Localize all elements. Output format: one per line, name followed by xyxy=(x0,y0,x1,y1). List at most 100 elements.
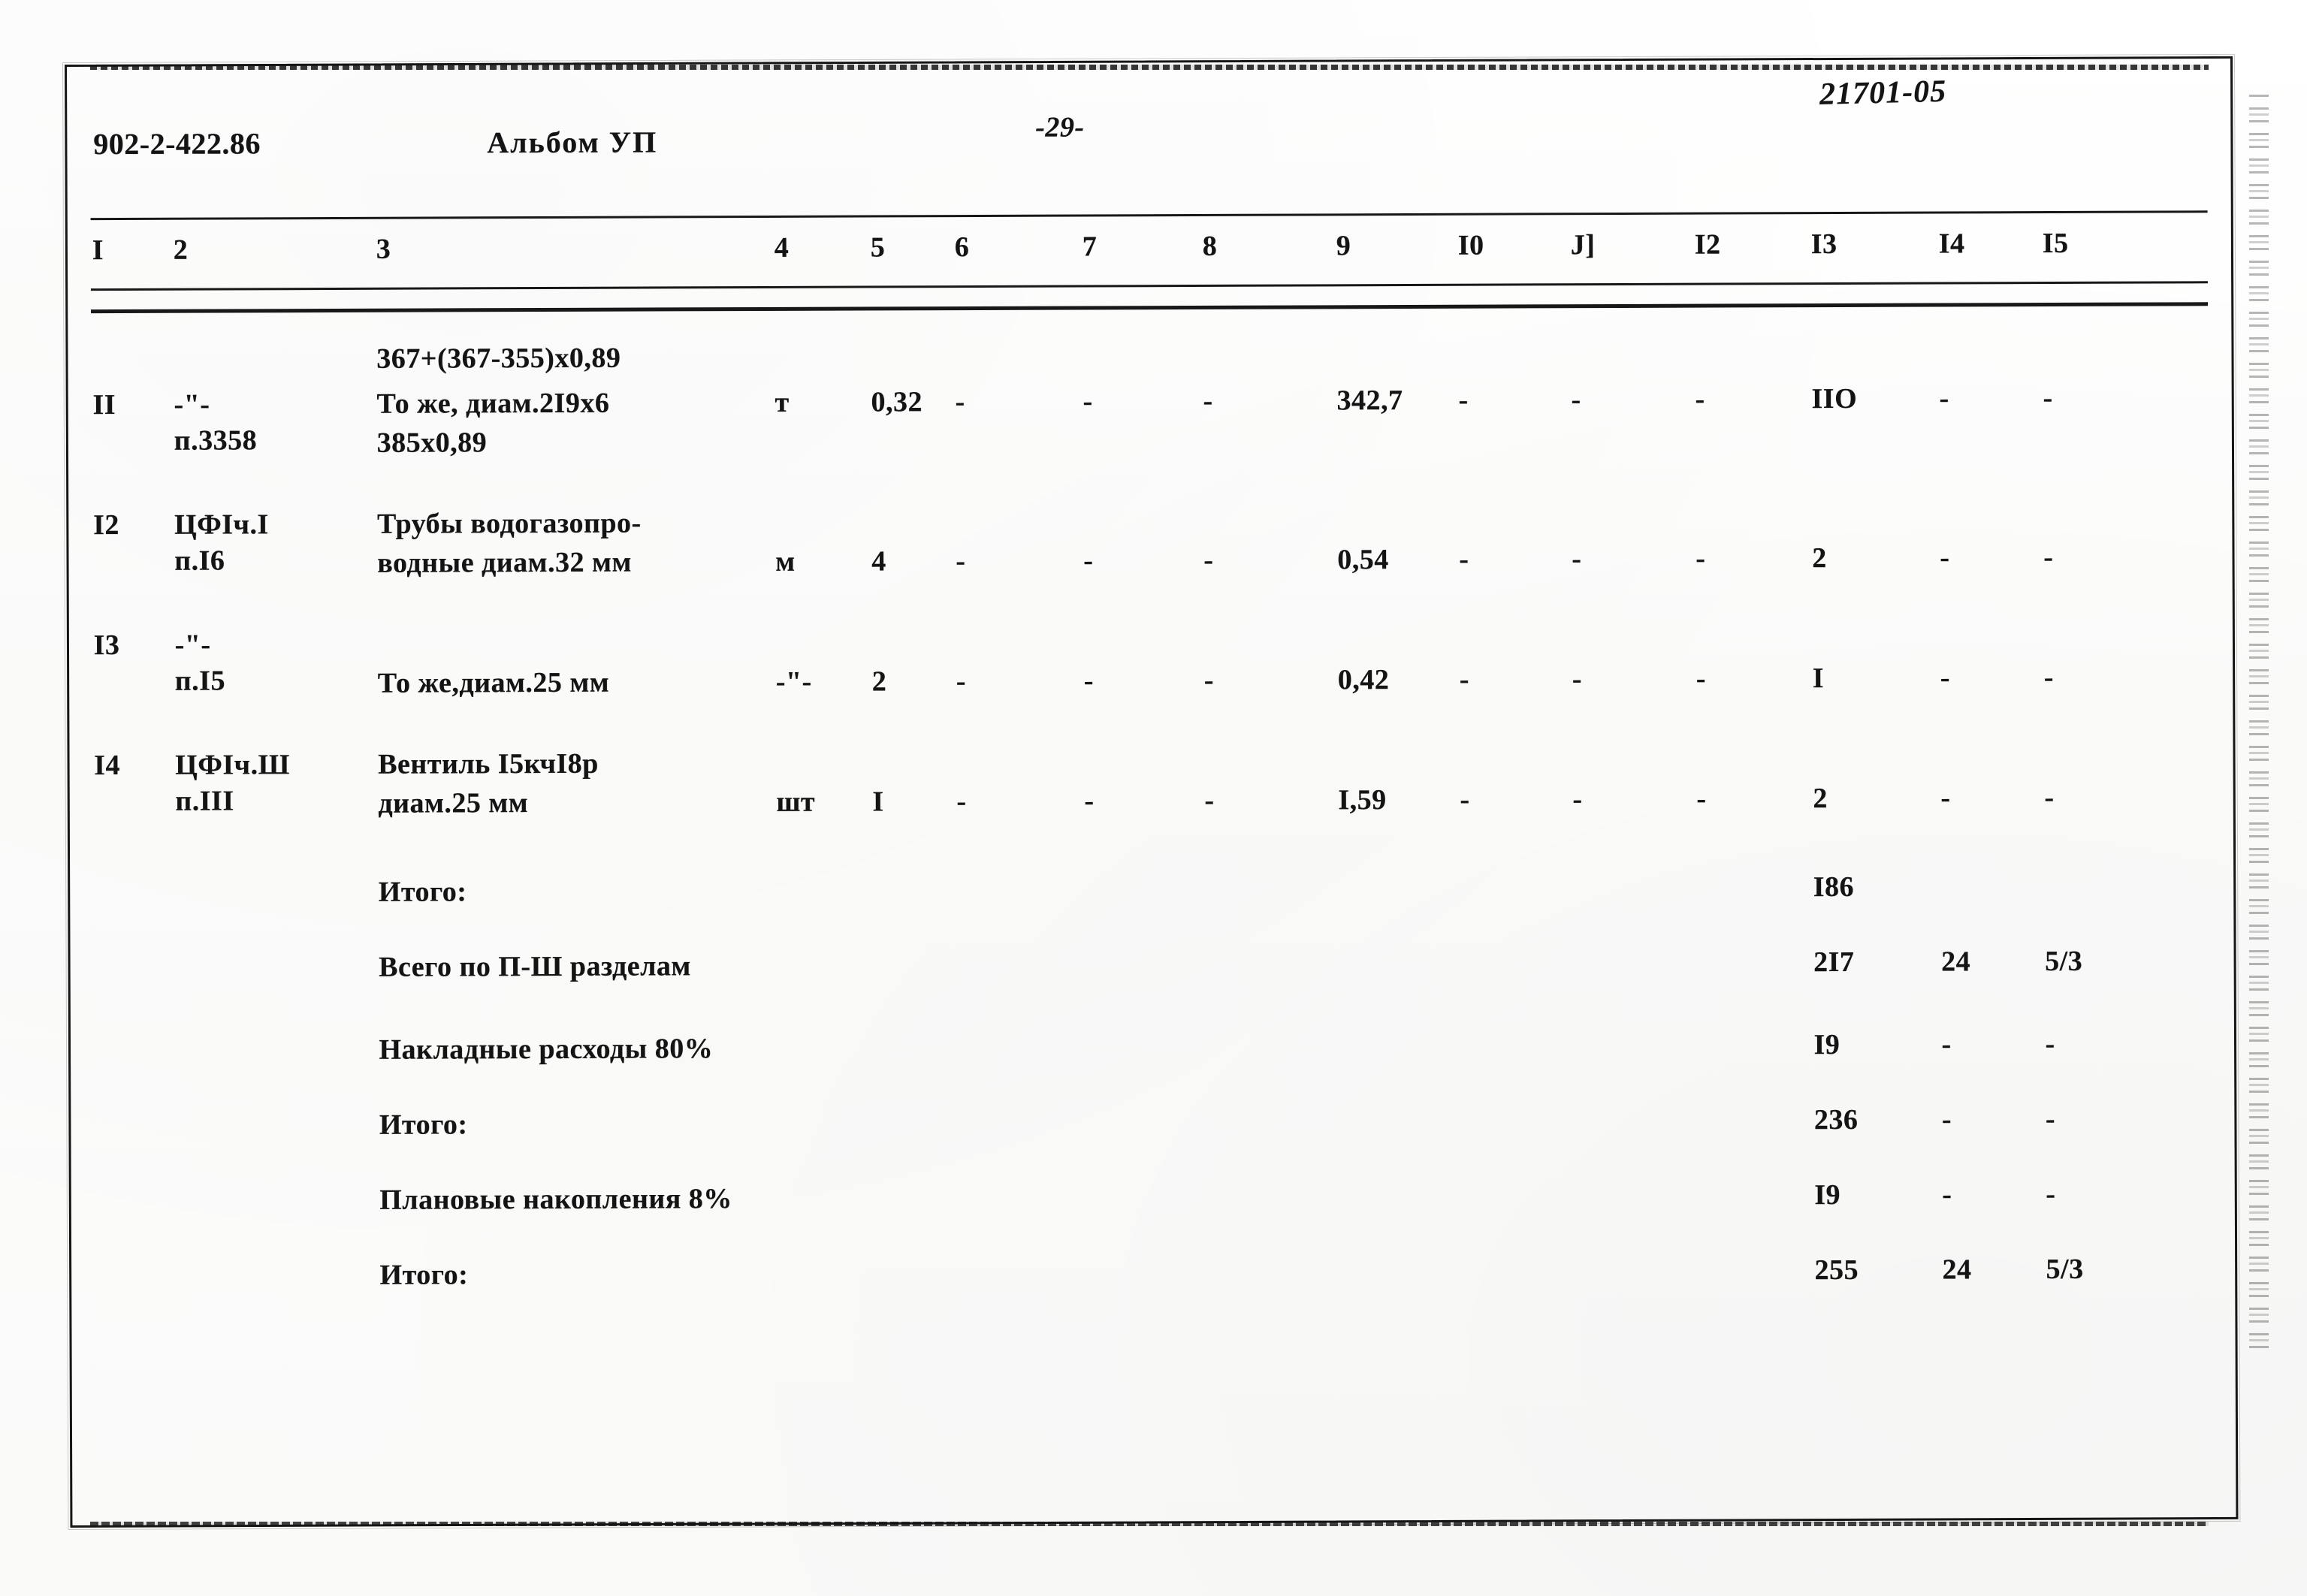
row-col8: - xyxy=(1203,544,1214,576)
row-col14: - xyxy=(1940,662,1950,694)
summary-col13: 236 xyxy=(1813,1103,1859,1136)
summary-label: Всего по П-Ш разделам xyxy=(379,950,691,983)
summary-row: Накладные расходы 80% I9- - xyxy=(0,0,2307,1066)
summary-col15: - xyxy=(2045,1103,2056,1136)
row-col7: - xyxy=(1083,385,1093,418)
row-description-line1: Трубы водогазопро- xyxy=(376,507,642,540)
summary-row: Всего по П-Ш разделам 2I7 24 5/3 xyxy=(0,0,2307,983)
row-col11: - xyxy=(1571,384,1581,416)
column-header-4: 4 xyxy=(774,231,790,264)
row-number: I2 xyxy=(92,508,119,542)
summary-label: Итого: xyxy=(379,1109,468,1141)
row-col9: 0,42 xyxy=(1337,664,1390,696)
row-col12: - xyxy=(1696,662,1706,695)
table-row: II -"- п.3358 То же, диам.2I9x6 385x0,89 т 0,3… xyxy=(0,0,2307,459)
row-col12: - xyxy=(1696,783,1707,815)
row-col7: - xyxy=(1083,545,1094,577)
row-col15: - xyxy=(2043,382,2053,415)
document-code: 902-2-422.86 xyxy=(93,126,261,161)
column-header-9: 9 xyxy=(1336,230,1351,262)
row-col12: - xyxy=(1695,383,1705,415)
column-header-5: 5 xyxy=(870,231,886,264)
row-col7: - xyxy=(1084,785,1095,817)
carryover-formula: 367+(367-355)x0,89 xyxy=(376,342,621,375)
summary-col13: 2I7 xyxy=(1813,946,1855,979)
summary-col13: I86 xyxy=(1813,870,1855,904)
row-col8: - xyxy=(1204,784,1215,816)
row-description-line2: То же,диам.25 мм xyxy=(377,666,610,699)
summary-col15: - xyxy=(2045,1027,2055,1060)
column-header-7: 7 xyxy=(1082,231,1098,263)
row-reference-line1: -"- xyxy=(174,388,210,421)
row-reference-line1: ЦФIч.Ш xyxy=(175,749,290,781)
table-rule-top xyxy=(90,210,2208,221)
column-header-1: I xyxy=(92,234,104,267)
document-content: 902-2-422.86 Альбом УП -29- 21701-05 I23… xyxy=(0,0,2307,1596)
row-col5: 0,32 xyxy=(871,386,923,418)
row-col9: 0,54 xyxy=(1337,544,1389,576)
summary-label: Итого: xyxy=(378,876,467,908)
row-unit: шт xyxy=(776,786,816,818)
column-header-13: I3 xyxy=(1810,228,1837,261)
summary-col15: - xyxy=(2046,1178,2056,1211)
table-rule-body-start xyxy=(91,302,2209,314)
column-header-8: 8 xyxy=(1202,230,1218,262)
page-number: -29- xyxy=(1035,111,1085,143)
column-header-14: I4 xyxy=(1938,228,1965,260)
row-unit: -"- xyxy=(775,665,812,698)
row-col11: - xyxy=(1572,783,1583,816)
row-col7: - xyxy=(1083,665,1094,697)
archive-stamp-handwritten: 21701-05 xyxy=(1819,74,1947,112)
summary-row: Итого: I86 xyxy=(0,0,2307,908)
row-col12: - xyxy=(1696,542,1706,575)
row-col14: - xyxy=(1940,782,1951,814)
summary-label: Итого: xyxy=(379,1259,469,1291)
summary-label: Накладные расходы 80% xyxy=(379,1033,714,1066)
summary-row: Итого: 236 - - xyxy=(0,0,2307,1141)
summary-col14: 24 xyxy=(1940,946,1971,978)
row-reference-line2: п.3358 xyxy=(174,424,258,457)
row-number: II xyxy=(92,388,116,421)
column-header-12: I2 xyxy=(1694,228,1721,261)
summary-row: Плановые накопления 8% I9- - xyxy=(0,0,2307,1216)
row-col10: - xyxy=(1460,783,1470,816)
row-col11: - xyxy=(1572,543,1582,575)
row-col6: - xyxy=(956,786,967,818)
summary-row: Итого: 255 24 5/3 xyxy=(0,0,2307,1291)
row-col5: 2 xyxy=(871,665,887,698)
column-header-15: I5 xyxy=(2042,227,2069,260)
row-col13: 2 xyxy=(1813,783,1828,815)
column-header-10: I0 xyxy=(1457,229,1484,261)
row-col8: - xyxy=(1203,385,1213,417)
row-col9: I,59 xyxy=(1338,784,1387,816)
column-header-2: 2 xyxy=(173,234,189,266)
row-unit: т xyxy=(775,386,790,418)
row-reference-line2: п.I6 xyxy=(174,545,225,577)
table-row: I4 ЦФIч.Ш п.III Вентиль I5кчI8р диам.25 мм шт… xyxy=(0,0,2307,819)
row-description-line1: То же, диам.2I9x6 xyxy=(376,387,610,420)
scanned-document-page: 902-2-422.86 Альбом УП -29- 21701-05 I23… xyxy=(0,0,2307,1596)
row-col5: I xyxy=(872,786,884,818)
row-description-line2: 385x0,89 xyxy=(376,427,488,459)
row-reference-line2: п.I5 xyxy=(174,665,226,697)
column-header-11: J] xyxy=(1570,229,1596,261)
row-number: I3 xyxy=(93,629,120,662)
summary-col13: I9 xyxy=(1813,1028,1840,1061)
row-reference-line1: -"- xyxy=(174,629,211,661)
row-reference-line1: ЦФIч.I xyxy=(174,508,269,541)
summary-col15: 5/3 xyxy=(2044,945,2083,978)
summary-col14: 24 xyxy=(1942,1254,1972,1286)
row-col15: - xyxy=(2043,541,2054,574)
row-reference-line2: п.III xyxy=(175,785,234,817)
table-summary-section: Итого: I86 Всего по П-Ш разделам 2I7 24 5/3 На… xyxy=(0,0,2307,1291)
table-rule-under-headers xyxy=(90,281,2208,291)
row-unit: м xyxy=(775,545,796,578)
row-col14: - xyxy=(1940,542,1950,574)
row-col11: - xyxy=(1572,663,1582,695)
row-col5: 4 xyxy=(871,545,886,578)
table-body: II -"- п.3358 То же, диам.2I9x6 385x0,89 т 0,3… xyxy=(0,0,2307,819)
table-row: I2 ЦФIч.I п.I6 Трубы водогазопро-водные диа… xyxy=(0,0,2307,579)
row-col13: I xyxy=(1812,662,1825,695)
table-row: I3 -"- п.I5 То же,диам.25 мм -"- 2- - -0,42- - - I… xyxy=(0,0,2307,699)
column-header-3: 3 xyxy=(376,233,391,265)
